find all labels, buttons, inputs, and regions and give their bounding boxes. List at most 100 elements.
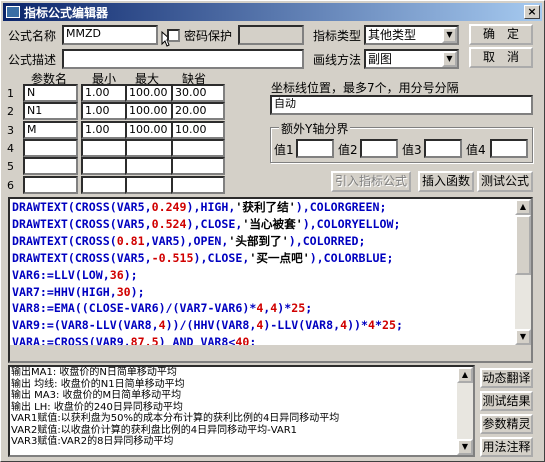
output-line: 输出 MA3: 收盘价的M日简单移动平均 — [11, 390, 182, 401]
code-token: DRAWTEXT(CROSS(VAR5, — [12, 200, 152, 214]
code-token: 0.524 — [151, 216, 187, 231]
output-line: 输出 LH: 收盘价的240日异同移动平均 — [11, 401, 183, 413]
insert-function-button[interactable]: 插入函数 — [418, 171, 474, 192]
param-name-input[interactable] — [23, 138, 78, 157]
draw-method-value: 副图 — [368, 52, 393, 66]
code-horizontal-scrollbar[interactable] — [10, 345, 531, 361]
code-line: DRAWTEXT(CROSS(VAR5,0.249),HIGH,'获利了结'),… — [10, 199, 531, 216]
code-token: '当心被套' — [242, 216, 303, 231]
code-token: ),CLOSE, — [193, 250, 250, 265]
param-max-input[interactable] — [125, 138, 177, 157]
code-token: '买一点吧' — [249, 250, 310, 265]
param-row-index: 3 — [7, 123, 14, 137]
param-def-input[interactable]: 10.00 — [171, 120, 225, 139]
param-row-index: 5 — [7, 160, 14, 174]
param-name-input[interactable]: N — [23, 84, 78, 102]
formula-code-editor[interactable]: DRAWTEXT(CROSS(VAR5,0.249),HIGH,'获利了结'),… — [8, 197, 533, 363]
param-row-index: 2 — [7, 105, 14, 119]
code-line: VAR8:=EMA((CLOSE-VAR6)/(VAR7-VAR6)*4,4)*… — [10, 300, 531, 317]
desc-input[interactable] — [62, 49, 304, 69]
param-def-input[interactable] — [171, 138, 225, 157]
param-wizard-button[interactable]: 参数精灵 — [480, 414, 533, 434]
type-label: 指标类型 — [313, 29, 362, 43]
code-line: VAR7:=HHV(HIGH,30); — [10, 284, 531, 301]
axis-input[interactable]: 自动 — [270, 95, 533, 115]
type-value: 其他类型 — [368, 28, 417, 42]
extra-y-axis-fields: 值1 值2 值3 值4 — [274, 139, 537, 159]
chevron-down-icon[interactable]: ▼ — [442, 51, 457, 67]
param-max-input[interactable]: 100.00 — [125, 120, 177, 139]
dynamic-translate-button[interactable]: 动态翻译 — [480, 368, 533, 388]
val1-input[interactable] — [296, 139, 334, 158]
output-vertical-scrollbar[interactable]: ▲ ▼ — [457, 367, 473, 455]
param-def-input[interactable]: 30.00 — [171, 84, 225, 102]
usage-notes-button[interactable]: 用法注释 — [480, 437, 533, 457]
code-token: ),COLORGREEN; — [295, 200, 387, 214]
axis-label: 坐标线位置，最多7个，用分号分隔 — [271, 81, 459, 95]
code-token: ; — [395, 318, 403, 333]
draw-method-select[interactable]: 副图 ▼ — [364, 49, 459, 69]
close-button[interactable]: × — [524, 5, 540, 19]
output-line: 输出 均线: 收盘价的N1日简单移动平均 — [11, 378, 185, 390]
scroll-down-icon[interactable]: ▼ — [457, 439, 473, 455]
code-vertical-scrollbar[interactable]: ▲ ▼ — [515, 199, 531, 361]
param-name-input[interactable]: N1 — [23, 102, 78, 121]
ok-button[interactable]: 确 定 — [469, 24, 533, 45]
output-line: 输出MA1: 收盘价的N日简单移动平均 — [11, 367, 177, 378]
test-result-button[interactable]: 测试结果 — [480, 391, 533, 411]
param-name-input[interactable]: M — [23, 120, 78, 139]
import-formula-button[interactable]: 引入指标公式 — [331, 171, 411, 192]
code-token: 0.81 — [116, 233, 145, 248]
type-select[interactable]: 其他类型 ▼ — [364, 25, 459, 45]
code-token: ),HIGH, — [186, 200, 236, 214]
code-line: DRAWTEXT(CROSS(0.81,VAR5),OPEN,'头部到了'),C… — [10, 233, 531, 250]
scroll-up-icon[interactable]: ▲ — [515, 199, 531, 215]
param-max-input[interactable] — [125, 175, 177, 194]
code-token: ); — [123, 267, 138, 282]
test-formula-button[interactable]: 测试公式 — [477, 171, 533, 192]
code-token: -0.515 — [151, 250, 194, 265]
app-icon — [6, 6, 20, 18]
param-name-input[interactable] — [23, 175, 78, 194]
val4-input[interactable] — [490, 139, 528, 158]
param-row-index: 6 — [7, 178, 14, 192]
code-token: 25 — [382, 318, 396, 333]
formula-name-input[interactable]: MMZD — [62, 25, 158, 45]
code-token: )* — [277, 301, 292, 316]
param-name-input[interactable] — [23, 157, 78, 176]
chevron-down-icon[interactable]: ▼ — [442, 27, 457, 43]
desc-label: 公式描述 — [8, 53, 57, 67]
output-line: VAR2赋值:以收盘价计算的获利盘比例的4日异同移动平均-VAR1 — [11, 424, 298, 436]
code-token: 30 — [116, 284, 131, 299]
code-token: VAR9:=(VAR8-LLV(VAR8, — [12, 318, 159, 333]
param-def-input[interactable] — [171, 175, 225, 194]
param-rows: 1 N 1.00 100.00 30.00 2 N1 1.00 100.00 20.00 3 M 1.0… — [1, 84, 266, 194]
param-row-index: 1 — [7, 87, 14, 100]
scroll-up-icon[interactable]: ▲ — [457, 367, 473, 383]
translation-output: 输出MA1: 收盘价的N日简单移动平均 输出 均线: 收盘价的N1日简单移动平均输… — [8, 365, 475, 457]
draw-method-label: 画线方法 — [313, 53, 362, 67]
scroll-thumb[interactable] — [515, 215, 531, 275]
val2-label: 值2 — [338, 143, 358, 157]
param-max-input[interactable]: 100.00 — [125, 102, 177, 121]
code-line: VAR9:=(VAR8-LLV(VAR8,4))/(HHV(VAR8,4)-LL… — [10, 317, 531, 334]
val2-input[interactable] — [360, 139, 398, 158]
param-def-input[interactable] — [171, 157, 225, 176]
cancel-button[interactable]: 取 消 — [469, 47, 533, 68]
code-token: ); — [130, 284, 145, 299]
code-token: '头部到了' — [228, 233, 289, 248]
code-token: VAR8:=EMA((CLOSE-VAR6)/(VAR7-VAR6)* — [12, 301, 257, 316]
code-token: 36 — [109, 267, 124, 282]
code-token: 25 — [291, 301, 306, 316]
param-def-input[interactable]: 20.00 — [171, 102, 225, 121]
code-token: * — [375, 318, 382, 333]
param-max-input[interactable] — [125, 157, 177, 176]
param-max-input[interactable]: 100.00 — [125, 84, 177, 102]
val3-label: 值3 — [402, 143, 422, 157]
password-checkbox[interactable] — [167, 29, 180, 42]
scroll-down-icon[interactable]: ▼ — [515, 329, 531, 345]
val4-label: 值4 — [466, 143, 486, 157]
val3-input[interactable] — [424, 139, 462, 158]
password-input[interactable] — [238, 25, 304, 45]
output-line: VAR1赋值:以获利盘为50%的成本分布计算的获利比例的4日异同移动平均 — [11, 413, 340, 424]
